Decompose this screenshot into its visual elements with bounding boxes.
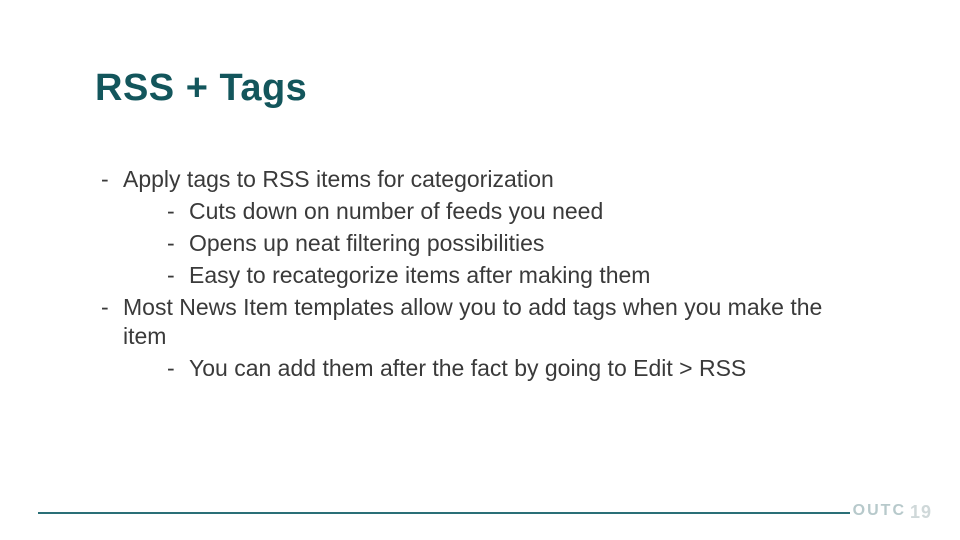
bullet-text: Opens up neat filtering possibilities [189,230,544,256]
slide: RSS + Tags Apply tags to RSS items for c… [0,0,960,540]
bullet-text: Cuts down on number of feeds you need [189,198,603,224]
footer-rule [38,512,850,514]
bullet-sublist: You can add them after the fact by going… [123,354,870,384]
bullet-text: You can add them after the fact by going… [189,355,746,381]
bullet-subitem: Cuts down on number of feeds you need [123,197,870,227]
page-number: 19 [910,502,932,523]
bullet-subitem: Easy to recategorize items after making … [123,261,870,291]
footer-brand: OUTC [853,502,906,520]
bullet-list: Apply tags to RSS items for categorizati… [95,165,870,384]
bullet-item: Apply tags to RSS items for categorizati… [95,165,870,291]
slide-title: RSS + Tags [95,67,307,110]
bullet-sublist: Cuts down on number of feeds you need Op… [123,197,870,291]
bullet-text: Apply tags to RSS items for categorizati… [123,166,554,192]
bullet-text: Most News Item templates allow you to ad… [123,294,822,350]
bullet-item: Most News Item templates allow you to ad… [95,293,870,385]
bullet-subitem: Opens up neat filtering possibilities [123,229,870,259]
bullet-subitem: You can add them after the fact by going… [123,354,870,384]
slide-body: Apply tags to RSS items for categorizati… [95,165,870,386]
bullet-text: Easy to recategorize items after making … [189,262,650,288]
